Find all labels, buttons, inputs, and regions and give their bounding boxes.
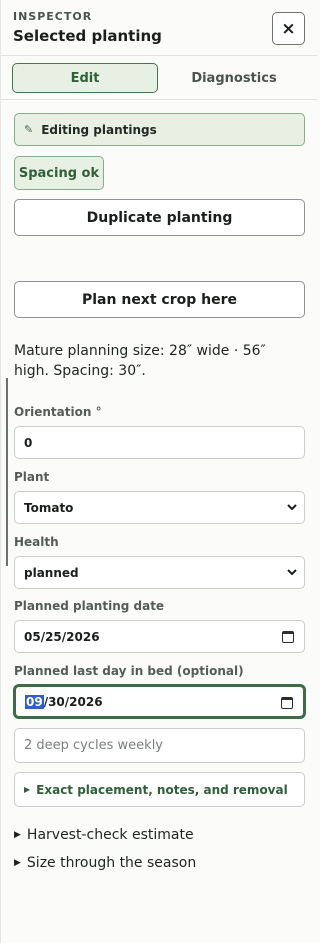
plant-label: Plant	[14, 470, 50, 484]
planting-date-input[interactable]: 05/25/2026	[14, 620, 305, 653]
orientation-input[interactable]: 0	[14, 426, 305, 459]
disclosure-triangle-icon: ▶	[14, 858, 21, 868]
disclosure-triangle-icon: ▶	[14, 830, 21, 840]
panel-kicker: INSPECTOR	[13, 10, 93, 23]
last-day-input[interactable]: 09 /30/2026	[14, 685, 305, 718]
pencil-icon: ✎	[24, 123, 34, 136]
notes-input[interactable]: 2 deep cycles weekly	[14, 728, 305, 763]
tab-diagnostics[interactable]: Diagnostics	[161, 63, 307, 93]
size-season-label: Size through the season	[26, 855, 197, 871]
last-day-month-segment[interactable]: 09	[25, 694, 44, 709]
harvest-check-label: Harvest-check estimate	[26, 827, 194, 843]
harvest-check-disclosure[interactable]: ▶ Harvest-check estimate	[14, 827, 194, 843]
tab-bar: Edit Diagnostics	[1, 56, 317, 100]
chevron-down-icon	[287, 569, 297, 576]
health-value: planned	[24, 565, 79, 580]
orientation-value: 0	[24, 435, 33, 450]
expander-label: Exact placement, notes, and removal	[36, 782, 288, 797]
calendar-icon[interactable]	[282, 631, 294, 643]
health-label: Health	[14, 535, 59, 549]
orientation-label: Orientation °	[14, 405, 102, 419]
close-button[interactable]: ×	[272, 12, 305, 45]
inspector-panel: INSPECTOR Selected planting × Edit Diagn…	[0, 0, 317, 943]
disclosure-triangle-icon: ▶	[24, 785, 31, 794]
plant-value: Tomato	[24, 500, 74, 515]
tab-edit[interactable]: Edit	[12, 63, 158, 93]
inspector-header: INSPECTOR Selected planting ×	[1, 0, 317, 56]
duplicate-planting-button[interactable]: Duplicate planting	[14, 199, 305, 236]
spacing-status-badge: Spacing ok	[14, 156, 104, 190]
plan-next-crop-button[interactable]: Plan next crop here	[14, 281, 305, 318]
editing-mode-label: Editing plantings	[41, 122, 157, 137]
editing-mode-banner: ✎ Editing plantings	[14, 113, 305, 146]
planting-date-label: Planned planting date	[14, 599, 165, 613]
health-select[interactable]: planned	[14, 556, 305, 589]
panel-title: Selected planting	[13, 27, 162, 45]
section-indicator	[6, 378, 8, 566]
close-icon: ×	[281, 18, 296, 39]
size-season-disclosure[interactable]: ▶ Size through the season	[14, 855, 196, 871]
chevron-down-icon	[287, 504, 297, 511]
planting-date-value: 05/25/2026	[24, 629, 100, 644]
calendar-icon[interactable]	[281, 697, 293, 709]
placement-notes-expander[interactable]: ▶ Exact placement, notes, and removal	[14, 772, 305, 807]
mature-size-summary: Mature planning size: 28″ wide · 56″ hig…	[14, 343, 266, 379]
plant-select[interactable]: Tomato	[14, 491, 305, 524]
last-day-label: Planned last day in bed (optional)	[14, 664, 244, 678]
last-day-rest: /30/2026	[43, 694, 103, 709]
